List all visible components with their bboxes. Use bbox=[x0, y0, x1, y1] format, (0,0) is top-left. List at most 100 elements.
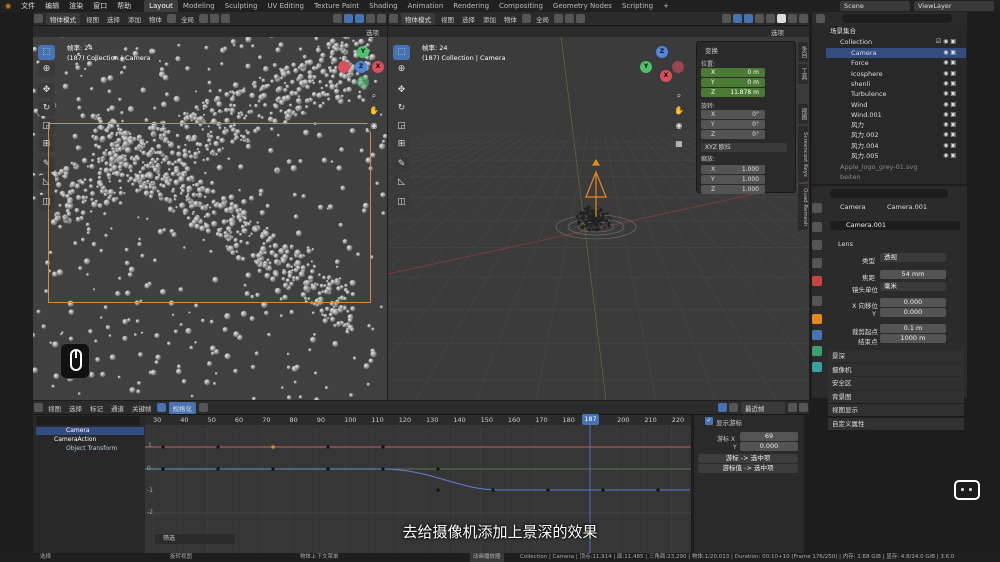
annotate-tool-icon[interactable]: ✎ bbox=[393, 157, 410, 172]
gizmo-z-axis[interactable]: Z bbox=[355, 61, 367, 73]
outliner-collection[interactable]: Collection ☑ ◉ ▣ bbox=[826, 37, 966, 47]
tab-sculpting[interactable]: Sculpting bbox=[220, 0, 263, 12]
graph-menu-marker[interactable]: 标记 bbox=[86, 403, 107, 413]
channel-object-transform[interactable]: Object Transform bbox=[36, 445, 117, 453]
menu-select[interactable]: 选择 bbox=[103, 14, 124, 24]
xray-icon[interactable] bbox=[755, 14, 764, 23]
properties-section[interactable]: 摄像机 bbox=[828, 363, 964, 376]
gizmo-y-axis[interactable]: Y bbox=[357, 46, 369, 58]
outliner-item[interactable]: 风力.004 ◉ ▣ bbox=[826, 141, 966, 151]
scale-tool-icon[interactable]: ◲ bbox=[393, 119, 410, 134]
lens-section-header[interactable]: Lens bbox=[838, 240, 853, 248]
add-cube-tool-icon[interactable]: ◫ bbox=[393, 195, 410, 210]
orientation-selector[interactable]: 全局 bbox=[177, 14, 198, 24]
cursor-tool-icon[interactable]: ⊕ bbox=[393, 62, 410, 77]
render-props-icon[interactable] bbox=[812, 222, 822, 232]
orientation-icon[interactable] bbox=[167, 14, 176, 23]
outliner-search-input[interactable] bbox=[842, 14, 952, 23]
select-box-tool-icon[interactable]: ⬚ bbox=[393, 45, 410, 60]
world-props-icon[interactable] bbox=[812, 296, 822, 306]
eye-icon[interactable]: ◉ ▣ bbox=[943, 48, 956, 58]
object-props-icon[interactable] bbox=[812, 314, 822, 324]
rotation-y-field[interactable]: Y 0° bbox=[701, 120, 765, 129]
graph-menu-view[interactable]: 视图 bbox=[44, 403, 65, 413]
overlay-toggle-icon[interactable] bbox=[355, 14, 364, 23]
camera-view-icon[interactable]: ◉ bbox=[672, 119, 686, 133]
orientation-selector[interactable]: 全局 bbox=[532, 14, 553, 24]
properties-section[interactable]: 自定义属性 bbox=[828, 417, 964, 430]
outliner-item[interactable]: Wind.001 ◉ ▣ bbox=[826, 110, 966, 120]
scale-x-field[interactable]: X 1.000 bbox=[701, 165, 765, 174]
editor-type-icon[interactable] bbox=[34, 14, 43, 23]
menu-view[interactable]: 视图 bbox=[82, 14, 103, 24]
gizmo-x-axis[interactable]: X bbox=[372, 61, 384, 73]
gizmo-toggle-icon[interactable] bbox=[344, 14, 353, 23]
focal-length-field[interactable]: 54 mm bbox=[880, 270, 946, 279]
graph-filter-icon[interactable] bbox=[729, 403, 738, 412]
clip-end-field[interactable]: 1000 m bbox=[880, 334, 946, 343]
eye-icon[interactable]: ◉ ▣ bbox=[943, 120, 956, 130]
gizmo-x-axis[interactable]: X bbox=[660, 70, 672, 82]
eye-icon[interactable]: ◉ ▣ bbox=[943, 69, 956, 79]
shading-solid-icon[interactable] bbox=[777, 14, 786, 23]
camera-data-name-field[interactable]: Camera.001 bbox=[830, 221, 960, 230]
camera-view-icon[interactable]: ◉ bbox=[367, 119, 381, 133]
tab-uv-editing[interactable]: UV Editing bbox=[262, 0, 309, 12]
shift-x-field[interactable]: 0.000 bbox=[880, 298, 946, 307]
menu-add[interactable]: 添加 bbox=[124, 14, 145, 24]
editor-type-icon[interactable] bbox=[389, 14, 398, 23]
outliner-item-beiten[interactable]: beiten bbox=[826, 172, 966, 182]
tab-compositing[interactable]: Compositing bbox=[494, 0, 548, 12]
snap-icon[interactable] bbox=[210, 14, 219, 23]
outliner-item[interactable]: 风力.005 ◉ ▣ bbox=[826, 151, 966, 161]
camera-data-props-icon[interactable] bbox=[812, 362, 822, 372]
properties-section[interactable]: 安全区 bbox=[828, 377, 964, 389]
outliner-item[interactable]: 风力.002 ◉ ▣ bbox=[826, 130, 966, 140]
xray-icon[interactable] bbox=[366, 14, 375, 23]
gizmo-z-axis[interactable]: Z bbox=[656, 46, 668, 58]
cursor-tool-icon[interactable] bbox=[718, 403, 727, 412]
menu-object[interactable]: 物体 bbox=[145, 14, 166, 24]
outliner-item[interactable]: Force ◉ ▣ bbox=[826, 58, 966, 68]
channel-search-input[interactable] bbox=[36, 416, 140, 425]
eye-icon[interactable]: ◉ ▣ bbox=[943, 141, 956, 151]
scale-y-field[interactable]: Y 1.000 bbox=[701, 175, 765, 184]
cursor-y-field[interactable]: 0.000 bbox=[740, 442, 798, 451]
pivot-icon[interactable] bbox=[199, 14, 208, 23]
tab-layout[interactable]: Layout bbox=[144, 0, 178, 12]
tab-geometry-nodes[interactable]: Geometry Nodes bbox=[548, 0, 617, 12]
location-z-field[interactable]: Z 11.878 m bbox=[701, 88, 765, 97]
graph-menu-select[interactable]: 选择 bbox=[65, 403, 86, 413]
mode-selector[interactable]: 物体模式 bbox=[401, 12, 435, 25]
output-props-icon[interactable] bbox=[812, 240, 822, 250]
eye-icon[interactable]: ◉ ▣ bbox=[943, 130, 956, 140]
rotation-x-field[interactable]: X 0° bbox=[701, 110, 765, 119]
modifier-props-icon[interactable] bbox=[812, 330, 822, 340]
only-selected-icon[interactable] bbox=[156, 403, 166, 412]
orientation-icon[interactable] bbox=[522, 14, 531, 23]
menu-file[interactable]: 文件 bbox=[16, 1, 40, 11]
menu-window[interactable]: 窗口 bbox=[88, 1, 112, 11]
visibility-icon[interactable] bbox=[722, 14, 731, 23]
zoom-icon[interactable]: ⌕ bbox=[672, 89, 686, 103]
tab-shading[interactable]: Shading bbox=[364, 0, 402, 12]
location-y-field[interactable]: Y0 m bbox=[701, 78, 765, 87]
tab-screencast-keys[interactable]: Screencast Keys bbox=[798, 126, 808, 182]
shading-rendered-icon[interactable] bbox=[799, 14, 808, 23]
pan-hand-icon[interactable]: ✋ bbox=[672, 104, 686, 118]
eye-icon[interactable]: ◉ ▣ bbox=[943, 100, 956, 110]
menu-select[interactable]: 选择 bbox=[458, 14, 479, 24]
rotation-z-field[interactable]: Z 0° bbox=[701, 130, 765, 139]
shading-solid-icon[interactable] bbox=[377, 14, 386, 23]
properties-search-input[interactable] bbox=[830, 189, 948, 198]
cursor-x-field[interactable]: 69 bbox=[740, 432, 798, 441]
normalize-toggle[interactable]: 规格化 bbox=[168, 401, 196, 414]
view-layer-props-icon[interactable] bbox=[812, 258, 822, 268]
current-frame-indicator[interactable]: 187 bbox=[582, 414, 599, 425]
gizmo-y-axis-neg[interactable] bbox=[357, 76, 369, 88]
eye-icon[interactable]: ◉ ▣ bbox=[943, 79, 956, 89]
select-box-tool-icon[interactable]: ⬚ bbox=[38, 45, 55, 60]
auto-normalize-icon[interactable] bbox=[199, 403, 208, 412]
outliner-scene-collection[interactable]: 场景集合 bbox=[818, 26, 958, 36]
scene-selector[interactable]: Scene bbox=[840, 1, 910, 11]
